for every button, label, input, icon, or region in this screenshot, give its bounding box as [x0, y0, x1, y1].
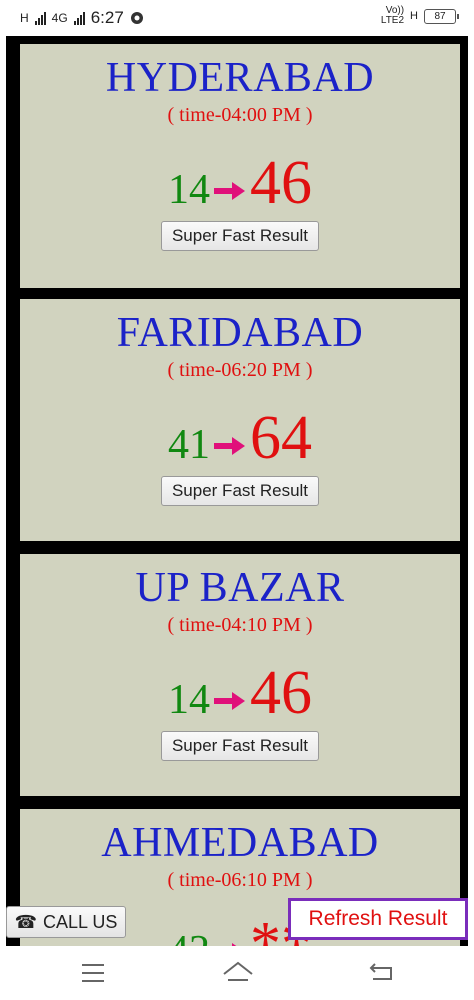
- draw-time: ( time-04:00 PM ): [167, 104, 313, 126]
- result-numbers: 14 46: [20, 659, 460, 727]
- arrow-right-icon: [214, 437, 245, 455]
- menu-icon[interactable]: [82, 964, 104, 982]
- lte-label: LTE2: [380, 15, 405, 26]
- status-right: Vo)) LTE2 H 87: [381, 6, 459, 26]
- draw-time: ( time-06:10 PM ): [167, 869, 313, 891]
- phone-icon: ☎: [14, 911, 38, 932]
- chrome-icon: [130, 12, 143, 24]
- back-icon[interactable]: [369, 962, 395, 982]
- results-frame: HYDERABAD ( time-04:00 PM ) 14 46 Super …: [6, 36, 468, 946]
- open-number: 14: [168, 167, 210, 213]
- clock: 6:27: [90, 8, 124, 27]
- city-name: UP BAZAR: [135, 565, 345, 611]
- network-type-1: H: [20, 11, 29, 25]
- battery-level: 87: [434, 10, 446, 22]
- close-number: 46: [250, 659, 312, 727]
- close-number: 64: [250, 404, 312, 472]
- draw-time: ( time-04:10 PM ): [167, 614, 313, 636]
- city-name: FARIDABAD: [116, 310, 364, 356]
- volte-indicator: Vo)) LTE2: [381, 6, 404, 26]
- super-fast-result-button[interactable]: Super Fast Result: [160, 731, 320, 761]
- result-numbers: 41 64: [20, 404, 460, 472]
- signal-icon-2: [73, 11, 85, 25]
- close-number: 46: [250, 149, 312, 217]
- open-number: 41: [168, 422, 210, 468]
- status-bar: H 4G 6:27 Vo)) LTE2 H 87: [0, 0, 474, 36]
- call-us-label: CALL US: [43, 911, 118, 932]
- open-number: 14: [168, 677, 210, 723]
- network-type-2: 4G: [51, 11, 68, 25]
- result-numbers: 14 46: [20, 149, 460, 217]
- city-name: AHMEDABAD: [101, 820, 379, 866]
- network-type-3: H: [410, 10, 418, 22]
- result-card-faridabad: FARIDABAD ( time-06:20 PM ) 41 64 Super …: [20, 299, 460, 541]
- status-left: H 4G 6:27: [20, 8, 144, 28]
- home-icon[interactable]: [223, 960, 253, 982]
- signal-icon: [34, 11, 46, 25]
- super-fast-result-button[interactable]: Super Fast Result: [160, 476, 320, 506]
- draw-time: ( time-06:20 PM ): [167, 359, 313, 381]
- battery-icon: 87: [424, 8, 459, 24]
- refresh-result-button[interactable]: Refresh Result: [288, 898, 468, 940]
- refresh-result-label: Refresh Result: [308, 907, 448, 930]
- call-us-button[interactable]: ☎ CALL US: [6, 906, 126, 938]
- result-card-up-bazar: UP BAZAR ( time-04:10 PM ) 14 46 Super F…: [20, 554, 460, 796]
- arrow-right-icon: [214, 692, 245, 710]
- city-name: HYDERABAD: [105, 55, 375, 101]
- navigation-bar: [0, 946, 474, 1000]
- open-number: 42: [168, 930, 210, 946]
- super-fast-result-button[interactable]: Super Fast Result: [160, 221, 320, 251]
- arrow-right-icon: [214, 182, 245, 200]
- result-card-hyderabad: HYDERABAD ( time-04:00 PM ) 14 46 Super …: [20, 44, 460, 288]
